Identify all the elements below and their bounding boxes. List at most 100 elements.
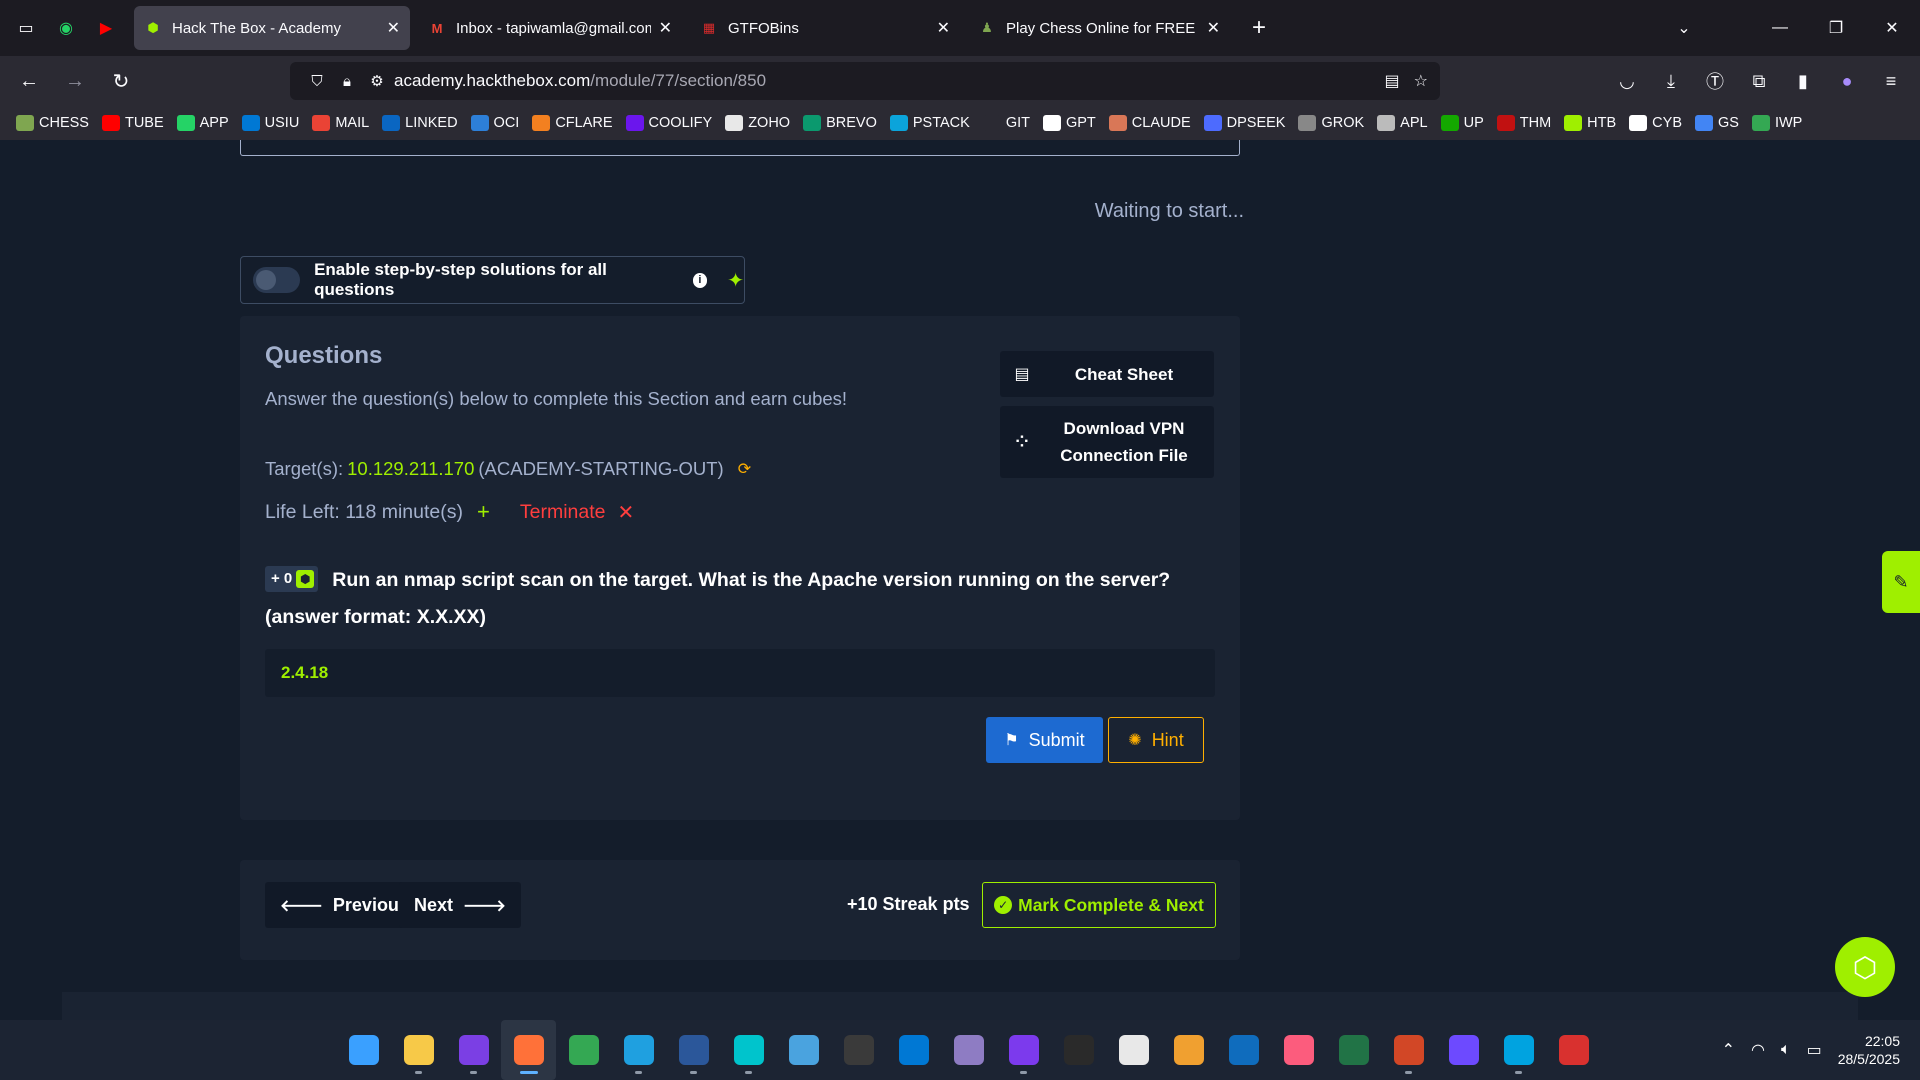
extensions-puzzle-icon[interactable]: ⧉ bbox=[1748, 71, 1770, 92]
pocket-icon[interactable]: ◡ bbox=[1616, 71, 1638, 92]
extend-time-icon[interactable]: + bbox=[477, 499, 490, 525]
reader-view-icon[interactable]: ▤ bbox=[1385, 71, 1400, 91]
firefox-view-icon[interactable]: ▭ bbox=[12, 14, 40, 42]
taskbar-firefox[interactable] bbox=[501, 1020, 556, 1080]
bookmark-chess[interactable]: CHESS bbox=[16, 115, 89, 131]
bookmark-cyb[interactable]: CYB bbox=[1629, 115, 1682, 131]
sidebar-icon[interactable]: ▮ bbox=[1792, 71, 1814, 92]
hint-button[interactable]: ✺ Hint bbox=[1108, 717, 1204, 763]
bookmark-zoho[interactable]: ZOHO bbox=[725, 115, 790, 131]
bookmark-dpseek[interactable]: DPSEEK bbox=[1203, 115, 1285, 131]
step-by-step-toggle[interactable] bbox=[253, 267, 301, 293]
close-tab-icon[interactable]: ✕ bbox=[1207, 18, 1220, 38]
clock[interactable]: 22:05 28/5/2025 bbox=[1838, 1032, 1900, 1068]
wifi-icon[interactable]: ◠ bbox=[1751, 1040, 1765, 1060]
terminate-button[interactable]: Terminate bbox=[520, 501, 606, 524]
bookmark-brevo[interactable]: BREVO bbox=[803, 115, 877, 131]
taskbar-vscode[interactable] bbox=[886, 1020, 941, 1080]
bookmark-linked[interactable]: LINKED bbox=[382, 115, 458, 131]
tab-gmail-inbox[interactable]: M Inbox - tapiwamla@gmail.com ✕ bbox=[418, 6, 682, 50]
next-button[interactable]: Next 🡒 bbox=[399, 882, 521, 928]
volume-icon[interactable]: 🔈︎ bbox=[1781, 1041, 1791, 1059]
target-ip[interactable]: 10.129.211.170 bbox=[347, 458, 474, 480]
bookmark-mail[interactable]: MAIL bbox=[312, 115, 369, 131]
tab-gtfobins[interactable]: ▦ GTFOBins ✕ bbox=[690, 6, 960, 50]
downloads-icon[interactable]: ⤓ bbox=[1660, 71, 1682, 92]
terminate-x-icon[interactable]: ✕ bbox=[617, 500, 634, 525]
taskbar-masked-app[interactable] bbox=[446, 1020, 501, 1080]
taskbar-todo[interactable] bbox=[1161, 1020, 1216, 1080]
bookmark-gs[interactable]: GS bbox=[1695, 115, 1739, 131]
close-tab-icon[interactable]: ✕ bbox=[937, 18, 950, 38]
bookmark-claude[interactable]: CLAUDE bbox=[1108, 115, 1191, 131]
minimize-icon[interactable]: — bbox=[1752, 19, 1808, 37]
bookmark-up[interactable]: UP bbox=[1440, 115, 1484, 131]
htb-assistant-button[interactable]: ⬡ bbox=[1835, 937, 1895, 997]
tab-chess[interactable]: ♟ Play Chess Online for FREE - 2 P ✕ bbox=[968, 6, 1230, 50]
close-window-icon[interactable]: ✕ bbox=[1864, 18, 1920, 38]
bookmark-grok[interactable]: GROK bbox=[1298, 115, 1364, 131]
bookmark-gpt[interactable]: GPT bbox=[1042, 115, 1096, 131]
taskbar-notepad[interactable] bbox=[776, 1020, 831, 1080]
bookmark-tube[interactable]: TUBE bbox=[101, 115, 164, 131]
taskbar-word[interactable] bbox=[666, 1020, 721, 1080]
bookmark-git[interactable]: GIT bbox=[982, 115, 1030, 131]
taskbar-itunes[interactable] bbox=[1271, 1020, 1326, 1080]
new-tab-button[interactable]: + bbox=[1244, 14, 1274, 42]
taskbar-storage-app[interactable] bbox=[941, 1020, 996, 1080]
taskbar-filezilla[interactable] bbox=[1546, 1020, 1601, 1080]
taskbar-edge[interactable] bbox=[611, 1020, 666, 1080]
bookmark-cflare[interactable]: CFLARE bbox=[532, 115, 613, 131]
answer-input[interactable]: 2.4.18 bbox=[265, 649, 1215, 697]
chevron-up-icon[interactable]: ⌃ bbox=[1722, 1040, 1735, 1060]
taskbar-canva[interactable] bbox=[721, 1020, 776, 1080]
app-menu-icon[interactable]: ≡ bbox=[1880, 71, 1902, 92]
bookmark-usiu[interactable]: USIU bbox=[241, 115, 299, 131]
lock-icon[interactable]: 🔒︎ bbox=[334, 73, 360, 90]
cheat-sheet-button[interactable]: ▤ Cheat Sheet bbox=[1000, 351, 1214, 397]
bookmark-thm[interactable]: THM bbox=[1496, 115, 1551, 131]
info-icon[interactable]: i bbox=[692, 272, 708, 288]
tab-hack-the-box[interactable]: ⬢ Hack The Box - Academy ✕ bbox=[134, 6, 410, 50]
forward-icon[interactable]: → bbox=[58, 64, 92, 98]
mark-complete-button[interactable]: ✓ Mark Complete & Next bbox=[982, 882, 1216, 928]
list-tabs-icon[interactable]: ⌄ bbox=[1656, 18, 1712, 38]
bookmark-pstack[interactable]: PSTACK bbox=[889, 115, 970, 131]
taskbar-excel[interactable] bbox=[1326, 1020, 1381, 1080]
pinned-tab-youtube-icon[interactable]: ▶ bbox=[92, 14, 120, 42]
address-bar[interactable]: ⛉ 🔒︎ ⚙ academy.hackthebox.com/module/77/… bbox=[290, 62, 1440, 100]
download-vpn-button[interactable]: ⁘ Download VPN Connection File bbox=[1000, 406, 1214, 478]
bookmark-apl[interactable]: APL bbox=[1377, 115, 1428, 131]
permissions-icon[interactable]: ⚙ bbox=[364, 72, 390, 90]
bookmark-star-icon[interactable]: ☆ bbox=[1414, 71, 1428, 91]
bookmark-oci[interactable]: OCI bbox=[470, 115, 519, 131]
taskbar-chrome[interactable] bbox=[556, 1020, 611, 1080]
submit-button[interactable]: ⚑ Submit bbox=[986, 717, 1103, 763]
taskbar-mail-app[interactable] bbox=[1216, 1020, 1271, 1080]
pin-icon[interactable]: ✦ bbox=[727, 268, 744, 293]
back-icon[interactable]: ← bbox=[12, 64, 46, 98]
pinned-tab-whatsapp-icon[interactable]: ◉ bbox=[52, 14, 80, 42]
restore-icon[interactable]: ❐ bbox=[1808, 18, 1864, 38]
battery-icon[interactable]: ▭ bbox=[1807, 1040, 1822, 1060]
reset-target-icon[interactable]: ⟳ bbox=[738, 459, 751, 479]
close-tab-icon[interactable]: ✕ bbox=[387, 18, 400, 38]
bookmark-coolify[interactable]: COOLIFY bbox=[625, 115, 712, 131]
tracking-shield-icon[interactable]: ⛉ bbox=[304, 73, 330, 90]
taskbar-obsidian[interactable] bbox=[996, 1020, 1051, 1080]
taskbar-file-explorer[interactable] bbox=[391, 1020, 446, 1080]
taskbar-snip[interactable] bbox=[1491, 1020, 1546, 1080]
taskbar-store[interactable] bbox=[1106, 1020, 1161, 1080]
reload-icon[interactable]: ↻ bbox=[104, 64, 138, 98]
taskbar-terminal[interactable] bbox=[831, 1020, 886, 1080]
bookmark-app[interactable]: APP bbox=[176, 115, 229, 131]
close-tab-icon[interactable]: ✕ bbox=[659, 18, 672, 38]
account-avatar-icon[interactable]: ● bbox=[1836, 71, 1858, 92]
taskbar-powerpoint[interactable] bbox=[1381, 1020, 1436, 1080]
taskbar-obs[interactable] bbox=[1051, 1020, 1106, 1080]
bookmark-iwp[interactable]: IWP bbox=[1751, 115, 1802, 131]
bookmark-htb[interactable]: HTB bbox=[1564, 115, 1616, 131]
taskbar-start[interactable] bbox=[336, 1020, 391, 1080]
extension-t-icon[interactable]: Ⓣ bbox=[1704, 68, 1726, 94]
notes-side-tab[interactable]: ✎ bbox=[1882, 551, 1920, 613]
